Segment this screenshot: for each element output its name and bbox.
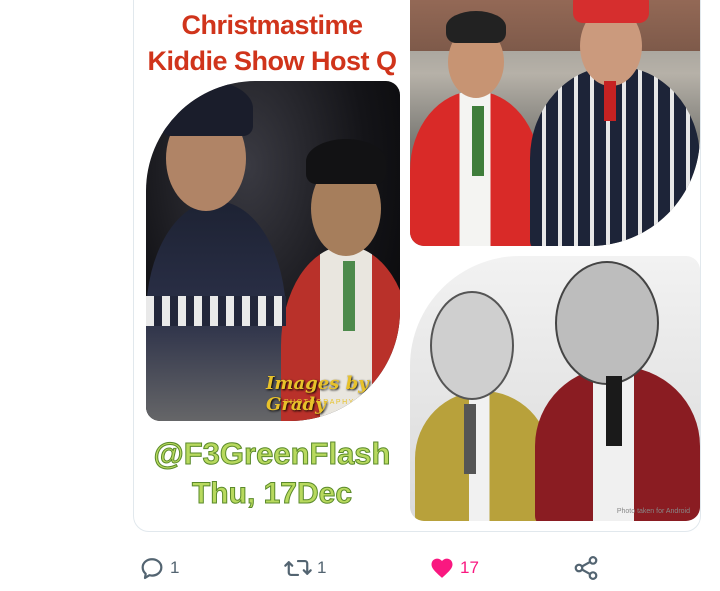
heart-icon	[428, 554, 456, 582]
photo-credit: Photo taken for Android	[616, 508, 690, 515]
red-tie	[604, 81, 616, 121]
host-red-blazer-tie	[606, 376, 622, 446]
photo-watermark: Images by Grady	[266, 373, 369, 415]
host-red-blazer-face	[555, 261, 659, 385]
reply-count: 1	[170, 558, 180, 577]
handle-caption: @F3GreenFlash	[153, 436, 391, 472]
man-red-cardigan-hat	[446, 11, 506, 43]
reply-button[interactable]: 1	[138, 548, 179, 588]
host-green-cardigan-face	[430, 291, 514, 400]
tweet-action-bar: 1 1 17	[0, 548, 720, 588]
retweet-count: 1	[317, 558, 327, 577]
night-photo: Images by Grady PHOTOGRAPHY STUDIO	[146, 81, 400, 421]
photo-watermark-sub: PHOTOGRAPHY STUDIO	[284, 399, 394, 406]
sweater-pattern	[146, 296, 286, 326]
retweet-button[interactable]: 1	[283, 548, 326, 588]
street-photo	[410, 0, 700, 246]
title-line-1: Christmastime	[181, 10, 363, 40]
like-button[interactable]: 17	[428, 548, 479, 588]
collage-title: Christmastime Kiddie Show Host Q	[134, 7, 410, 79]
host-green-cardigan-tie	[464, 404, 476, 474]
host-green-cardigan	[415, 391, 550, 521]
person-right-hat	[306, 139, 386, 184]
share-button[interactable]	[572, 548, 600, 588]
retweet-icon	[283, 554, 313, 582]
like-count: 17	[460, 558, 479, 577]
title-line-2: Kiddie Show Host Q	[147, 46, 397, 76]
person-left-hat	[161, 81, 253, 136]
tweet-media-card[interactable]: Christmastime Kiddie Show Host Q Images …	[133, 0, 701, 532]
date-caption: Thu, 17Dec	[191, 477, 353, 511]
green-tie	[472, 106, 484, 176]
person-right-tie	[343, 261, 355, 331]
vintage-photo: Photo taken for Android	[410, 256, 700, 521]
reply-icon	[138, 554, 166, 582]
share-icon	[572, 554, 600, 582]
man-fair-isle-hat	[573, 0, 649, 23]
